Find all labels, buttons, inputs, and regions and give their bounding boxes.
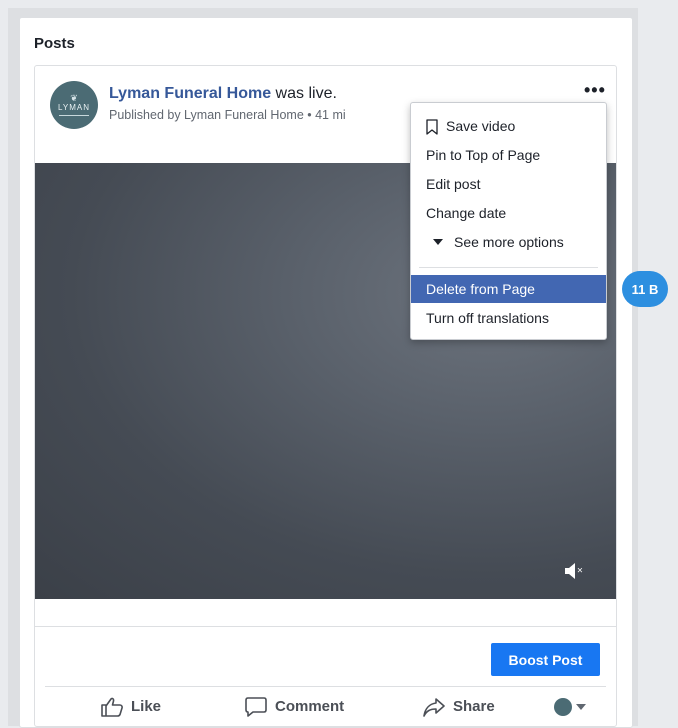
comment-label: Comment <box>275 698 345 715</box>
boost-post-button[interactable]: Boost Post <box>491 643 600 676</box>
avatar-divider <box>59 115 89 116</box>
menu-item-see-more[interactable]: See more options <box>411 228 606 256</box>
mute-icon[interactable]: × <box>565 562 583 580</box>
menu-item-turn-off-translations[interactable]: Turn off translations <box>411 304 606 332</box>
post-action-text: was live. <box>271 85 337 102</box>
posts-title: Posts <box>34 35 75 52</box>
like-label: Like <box>131 698 162 715</box>
step-badge: 11 B <box>622 271 668 307</box>
menu-item-label: Change date <box>426 205 507 221</box>
menu-item-pin-to-top[interactable]: Pin to Top of Page <box>411 141 606 169</box>
post-options-menu: Save video Pin to Top of Page Edit post … <box>410 102 607 340</box>
chevron-down-icon <box>576 703 586 710</box>
menu-item-label: Delete from Page <box>426 281 535 297</box>
page-avatar[interactable]: ❦ LYMAN <box>50 81 98 129</box>
menu-item-label: Edit post <box>426 176 481 192</box>
menu-item-label: Turn off translations <box>426 310 549 326</box>
menu-item-delete-from-page[interactable]: Delete from Page <box>411 275 606 303</box>
author-link[interactable]: Lyman Funeral Home <box>109 85 271 102</box>
comment-button[interactable]: Comment <box>245 687 344 726</box>
more-options-icon[interactable]: ••• <box>584 80 606 101</box>
audience-selector[interactable] <box>554 687 586 726</box>
thumbs-up-icon <box>101 697 123 717</box>
share-label: Share <box>453 698 495 715</box>
divider <box>35 626 616 627</box>
menu-item-save-video[interactable]: Save video <box>411 112 606 140</box>
post-header: Lyman Funeral Home was live. <box>109 85 337 103</box>
menu-item-label: Save video <box>446 118 516 134</box>
comment-icon <box>245 696 267 717</box>
share-icon <box>423 697 445 717</box>
post-actions: Like Comment Share <box>35 687 616 726</box>
menu-item-label: Pin to Top of Page <box>426 147 541 163</box>
leaf-icon: ❦ <box>70 93 78 103</box>
menu-item-change-date[interactable]: Change date <box>411 199 606 227</box>
like-button[interactable]: Like <box>101 687 161 726</box>
avatar-logo-text: LYMAN <box>58 103 90 112</box>
caret-down-icon <box>433 239 443 245</box>
bookmark-icon <box>426 119 438 135</box>
post-meta: Published by Lyman Funeral Home • 41 mi <box>109 108 346 122</box>
menu-divider <box>419 267 598 268</box>
page-avatar-small <box>554 697 572 716</box>
share-button[interactable]: Share <box>423 687 495 726</box>
menu-item-label: See more options <box>454 234 564 250</box>
menu-item-edit-post[interactable]: Edit post <box>411 170 606 198</box>
